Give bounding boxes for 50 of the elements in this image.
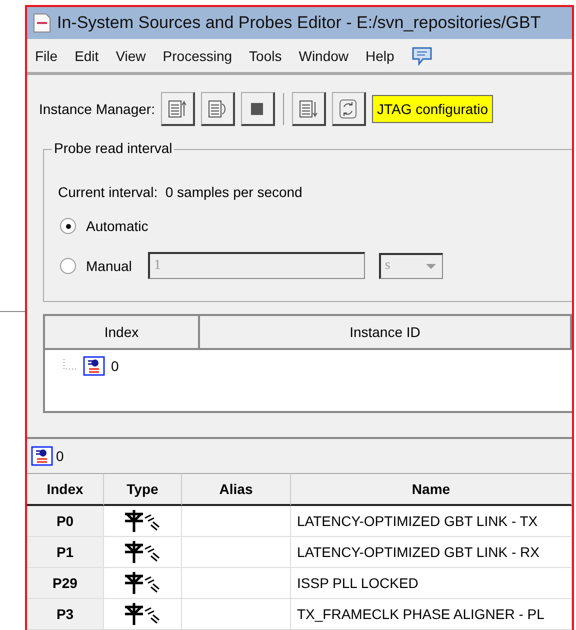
download-list-button[interactable] bbox=[292, 92, 326, 126]
refresh-icon bbox=[337, 98, 360, 120]
probe-name: LATENCY-OPTIMIZED GBT LINK - RX bbox=[291, 537, 572, 568]
feedback-icon[interactable] bbox=[411, 46, 434, 66]
probe-name: LATENCY-OPTIMIZED GBT LINK - TX bbox=[291, 506, 572, 538]
column-header[interactable]: Instance ID bbox=[200, 316, 572, 348]
app-icon bbox=[33, 12, 51, 33]
probe-instance-icon bbox=[83, 356, 105, 376]
instance-index[interactable]: 0 bbox=[111, 358, 119, 374]
menu-item[interactable]: Processing bbox=[162, 48, 232, 64]
toolbar-label: Instance Manager: bbox=[39, 101, 155, 118]
alias-cell[interactable] bbox=[182, 537, 291, 568]
probe-index: P3 bbox=[27, 599, 104, 630]
stop-button[interactable] bbox=[240, 92, 275, 126]
dropdown-arrow-icon bbox=[426, 264, 436, 269]
probe-led-icon bbox=[122, 603, 162, 626]
menu-item[interactable]: Help bbox=[366, 48, 394, 64]
window-title: In-System Sources and Probes Editor - E:/svn_repositories/GBT bbox=[57, 12, 541, 33]
menu-item[interactable]: Edit bbox=[74, 48, 99, 64]
probe-led-icon bbox=[122, 510, 162, 532]
device-field[interactable]: JTAG configuratio bbox=[372, 95, 493, 124]
probe-name: TX_FRAMECLK PHASE ALIGNER - PL bbox=[291, 599, 572, 630]
download-list-icon bbox=[297, 98, 320, 120]
radio-button[interactable] bbox=[60, 218, 76, 234]
probe-index: P29 bbox=[27, 568, 104, 600]
menu-item[interactable]: Window bbox=[298, 48, 349, 64]
menu-item[interactable]: View bbox=[116, 48, 146, 64]
radio-label: Manual bbox=[86, 258, 132, 274]
interval-text: Current interval: 0 samples per second bbox=[58, 184, 304, 200]
probe-led-icon bbox=[122, 541, 162, 564]
refresh-button[interactable] bbox=[332, 92, 366, 126]
radio-button[interactable] bbox=[60, 258, 76, 274]
list-cycle-button[interactable] bbox=[200, 92, 235, 126]
menu-item[interactable]: Tools bbox=[249, 48, 282, 64]
alias-cell[interactable] bbox=[182, 568, 291, 600]
probe-led-icon bbox=[122, 572, 162, 594]
upload-list-icon bbox=[166, 98, 188, 120]
column-header[interactable]: Index bbox=[45, 316, 200, 348]
probe-index: P1 bbox=[27, 537, 104, 568]
probe-name: ISSP PLL LOCKED bbox=[291, 568, 572, 600]
probe-instance-icon bbox=[31, 446, 53, 466]
list-cycle-icon bbox=[206, 98, 228, 120]
menu-item[interactable]: File bbox=[35, 48, 58, 64]
instance-label: 0 bbox=[56, 448, 64, 464]
alias-cell[interactable] bbox=[182, 506, 291, 538]
probe-index: P0 bbox=[27, 506, 104, 538]
upload-list-button[interactable] bbox=[160, 92, 195, 126]
radio-label: Automatic bbox=[86, 218, 148, 234]
group-title: Probe read interval bbox=[52, 140, 174, 156]
alias-cell[interactable] bbox=[182, 599, 291, 630]
